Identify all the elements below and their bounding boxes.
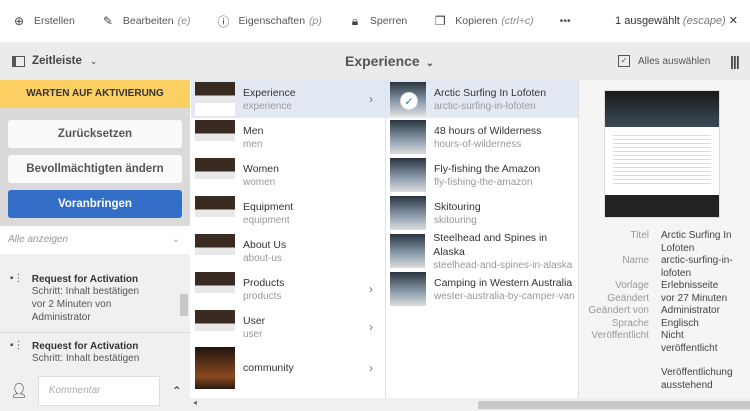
list-item[interactable]: ▪⋮ Request for Activation Schritt: Inhalt … [0,266,190,333]
chevron-right-icon[interactable]: › [369,361,373,375]
page-thumbnail: ✓ [390,82,426,116]
workflow-icon: ▪⋮ [10,273,24,284]
chevron-up-icon[interactable]: ⌃ [172,384,182,398]
chevron-down-icon: ⌄ [171,234,180,245]
chevron-right-icon[interactable]: › [369,92,373,106]
page-thumbnail [390,120,426,154]
checkbox-icon: ✓ [618,55,630,67]
metadata-row: Name arctic-surfing-in-lofoten [622,255,733,279]
column-item[interactable]: About Us about-us [191,232,385,270]
chevron-down-icon: ⌄ [425,58,435,69]
properties-button[interactable]: ⓘ Eigenschaften (p) [217,14,321,29]
page-thumbnail [195,120,235,154]
page-thumbnail [195,272,235,306]
column-item[interactable]: Camping in Western Australia wester-austr… [386,270,578,308]
scrollbar[interactable] [180,294,188,316]
plus-circle-icon: ⊕ [13,14,25,28]
pencil-icon: ✎ [102,14,113,28]
header-bar: Zeitleiste ⌄ Experience ⌄ ✓ Alles auswählen… [0,42,750,80]
page-title[interactable]: Experience ⌄ [345,53,434,69]
horizontal-scrollbar[interactable]: ◂ [190,398,750,411]
preview-panel: Titel Arctic Surfing In Lofoten Name arctic… [579,80,750,398]
column-item[interactable]: Skitouring skitouring [386,194,578,232]
copy-button[interactable]: ❐ Kopieren (ctrl+c) [433,14,534,28]
page-thumbnail [390,272,426,306]
metadata-row: Geändert vor 27 Minuten [607,292,728,304]
page-thumbnail [195,347,235,389]
page-preview-image [604,90,720,218]
page-thumbnail [195,310,235,344]
column-item[interactable]: ✓ Arctic Surfing In Lofoten arctic-surfing… [386,80,578,118]
timeline-list: ▪⋮ Request for Activation Schritt: Inhalt … [0,254,190,369]
change-delegate-button[interactable]: Bevollmächtigten ändern [8,155,182,183]
close-icon[interactable]: ✕ [729,15,738,27]
reset-button[interactable]: Zurücksetzen [8,120,182,148]
status-banner: WARTEN AUF AKTIVIERUNG [0,80,190,108]
page-thumbnail [195,82,235,116]
column-item[interactable]: Steelhead and Spines in Alaska steelhead-… [386,232,578,271]
page-thumbnail [390,234,426,268]
column-item[interactable]: Equipment equipment [191,194,385,232]
column-item[interactable]: community › [191,346,385,390]
page-thumbnail [195,158,235,192]
page-thumbnail [195,196,235,230]
column-pages: ✓ Arctic Surfing In Lofoten arctic-surfing… [386,80,579,398]
metadata-row: Sprache Englisch [611,317,699,329]
filter-select[interactable]: Alle anzeigen ⌄ [0,226,190,254]
panel-icon [12,55,25,67]
metadata-row: Vorlage Erlebnisseite [615,280,719,291]
user-icon: 👤︎ [10,382,28,398]
comment-input[interactable]: Kommentar [37,375,160,406]
page-thumbnail [390,196,426,230]
checkmark-icon[interactable]: ✓ [400,92,418,110]
column-item[interactable]: User user › [191,308,385,346]
column-item[interactable]: 48 hours of Wilderness hours-of-wildernes… [386,118,578,156]
scrollbar-thumb[interactable] [478,401,750,409]
metadata-row: Titel Arctic Surfing In Lofoten [630,230,732,254]
column-item[interactable]: Fly-fishing the Amazon fly-fishing-the-am… [386,156,578,194]
timeline-panel: WARTEN AUF AKTIVIERUNG Zurücksetzen Bevo… [0,80,190,411]
page-thumbnail [195,234,235,268]
workflow-icon: ▪⋮ [10,340,24,351]
metadata-row: Veröffentlicht Nicht veröffentlicht [591,330,718,354]
column-experience: Experience experience › Men men Women women Equ… [191,80,386,398]
select-all-button[interactable]: ✓ Alles auswählen [618,55,710,67]
metadata-list: Titel Arctic Surfing In Lofoten Name arctic… [579,230,750,392]
view-switcher-icon[interactable]: ||| [730,53,740,69]
metadata-row: Geändert von Administrator [588,305,720,316]
metadata-row: Veröffentlichung ausstehend [661,367,733,391]
list-item[interactable]: ▪⋮ Request for Activation Schritt: Inhalt … [0,333,190,369]
create-button[interactable]: ⊕ Erstellen [12,14,75,28]
advance-button[interactable]: Voranbringen [8,190,182,218]
column-item[interactable]: Men men [191,118,385,156]
column-item[interactable]: Women women [191,156,385,194]
page-thumbnail [390,158,426,192]
lock-button[interactable]: 🔒︎ Sperren [348,13,408,28]
selection-status[interactable]: 1 ausgewählt (escape) ✕ [615,14,738,27]
chevron-right-icon[interactable]: › [369,320,373,334]
info-icon: ⓘ [217,14,230,29]
action-bar: ⊕ Erstellen ✎ Bearbeiten (e) ⓘ Eigenschaften… [0,0,750,42]
more-button[interactable]: ••• [560,15,571,27]
rail-toggle[interactable]: Zeitleiste ⌄ [12,55,97,67]
chevron-right-icon[interactable]: › [369,282,373,296]
column-item[interactable]: Products products › [191,270,385,308]
column-item[interactable]: Experience experience › [191,80,385,118]
lock-icon: 🔒︎ [351,13,359,28]
chevron-down-icon: ⌄ [89,55,98,66]
edit-button[interactable]: ✎ Bearbeiten (e) [101,14,191,28]
copy-icon: ❐ [434,14,446,28]
